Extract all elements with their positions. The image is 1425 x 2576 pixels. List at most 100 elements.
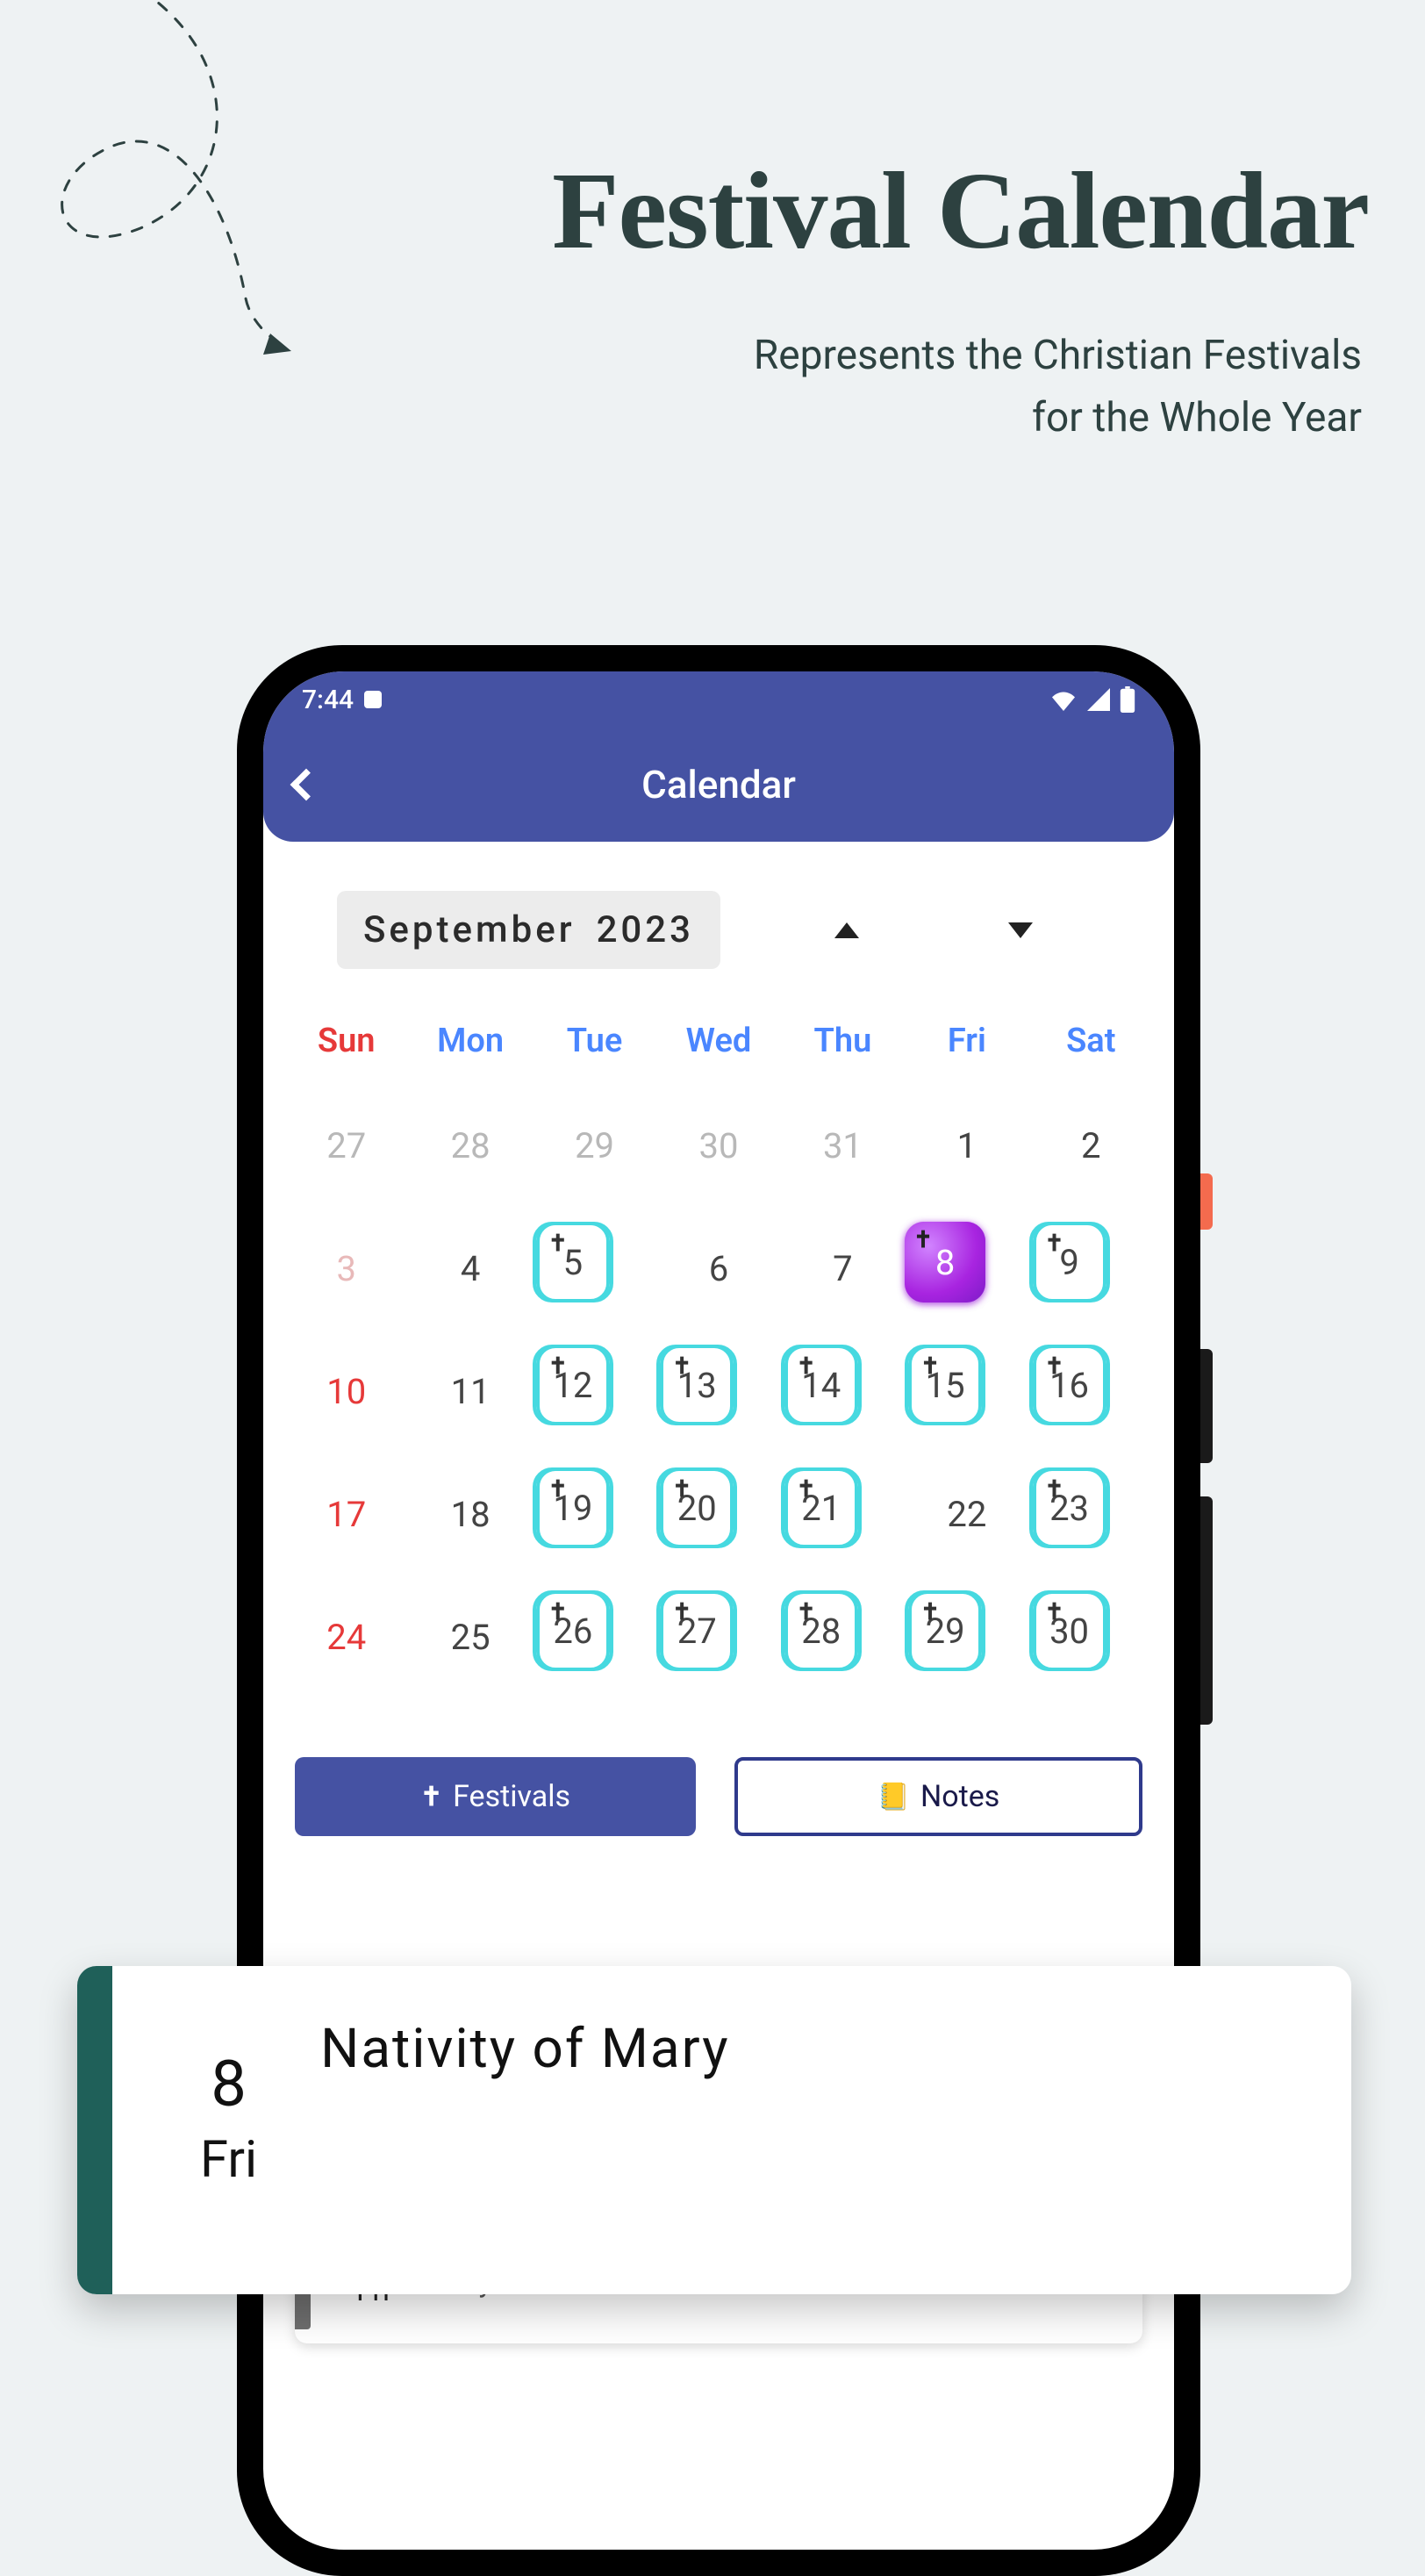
calendar-day[interactable]: ✝15 bbox=[905, 1345, 985, 1425]
calendar-day[interactable]: ✝12 bbox=[533, 1345, 613, 1425]
calendar-day[interactable]: 4 bbox=[408, 1222, 532, 1315]
festival-cross-icon: ✝ bbox=[548, 1231, 568, 1257]
calendar-day[interactable]: ✝30 bbox=[1029, 1590, 1110, 1671]
calendar-day[interactable]: ✝26 bbox=[533, 1590, 613, 1671]
day-number: 25 bbox=[451, 1617, 491, 1658]
calendar-day[interactable]: ✝8 bbox=[905, 1222, 985, 1302]
day-number: 10 bbox=[326, 1371, 366, 1412]
calendar-day[interactable]: ✝9 bbox=[1029, 1222, 1110, 1302]
day-number: 11 bbox=[451, 1371, 491, 1412]
festival-cross-icon: ✝ bbox=[797, 1476, 816, 1503]
festival-cross-icon: ✝ bbox=[797, 1353, 816, 1380]
day-number: 7 bbox=[833, 1248, 852, 1289]
festival-cross-icon: ✝ bbox=[1045, 1599, 1064, 1625]
status-app-icon bbox=[364, 691, 382, 708]
phone-volume-down bbox=[1200, 1496, 1213, 1725]
festival-cross-icon: ✝ bbox=[920, 1599, 940, 1625]
festival-cross-icon: ✝ bbox=[672, 1599, 691, 1625]
day-number: 29 bbox=[575, 1125, 614, 1166]
calendar-day[interactable]: ✝29 bbox=[905, 1590, 985, 1671]
calendar-day[interactable]: ✝23 bbox=[1029, 1467, 1110, 1548]
overlay-day-num: 8 bbox=[200, 2047, 257, 2121]
overlay-day-name: Fri bbox=[200, 2130, 257, 2190]
calendar-day[interactable]: ✝21 bbox=[781, 1467, 862, 1548]
overlay-accent bbox=[77, 1966, 112, 2294]
day-number: 8 bbox=[935, 1242, 955, 1283]
month-next-button[interactable] bbox=[1008, 922, 1033, 938]
calendar-day[interactable]: 24 bbox=[284, 1590, 408, 1683]
calendar-day[interactable]: ✝16 bbox=[1029, 1345, 1110, 1425]
festivals-tab[interactable]: ✝ Festivals bbox=[295, 1757, 696, 1836]
calendar-grid: 27282930311234✝567✝8✝91011✝12✝13✝14✝15✝1… bbox=[284, 1099, 1153, 1683]
month-prev-button[interactable] bbox=[834, 922, 859, 938]
calendar-day[interactable]: 2 bbox=[1029, 1099, 1153, 1192]
calendar-day[interactable]: ✝14 bbox=[781, 1345, 862, 1425]
overlay-festival-name: Nativity of Mary bbox=[320, 2017, 729, 2081]
day-number: 31 bbox=[823, 1125, 863, 1166]
dow-tue: Tue bbox=[533, 1022, 656, 1060]
header-title: Calendar bbox=[263, 762, 1174, 807]
calendar-day[interactable]: 30 bbox=[656, 1099, 780, 1192]
day-number: 27 bbox=[326, 1125, 366, 1166]
calendar-day[interactable]: 25 bbox=[408, 1590, 532, 1683]
calendar-day[interactable]: ✝28 bbox=[781, 1590, 862, 1671]
day-number: 4 bbox=[461, 1248, 480, 1289]
festival-cross-icon: ✝ bbox=[672, 1353, 691, 1380]
battery-icon bbox=[1120, 686, 1135, 713]
featured-festival-card[interactable]: 8 Fri Nativity of Mary bbox=[77, 1966, 1351, 2294]
status-bar: 7:44 bbox=[263, 671, 1174, 728]
phone-power-button bbox=[1200, 1173, 1213, 1230]
calendar-day[interactable]: 1 bbox=[905, 1099, 1028, 1192]
dow-fri: Fri bbox=[905, 1022, 1028, 1060]
festival-cross-icon: ✝ bbox=[1045, 1353, 1064, 1380]
notes-tab[interactable]: 📒 Notes bbox=[734, 1757, 1142, 1836]
hero-sub-line: for the Whole Year bbox=[754, 387, 1362, 449]
festival-cross-icon: ✝ bbox=[672, 1476, 691, 1503]
dow-sun: Sun bbox=[284, 1022, 408, 1060]
status-time-text: 7:44 bbox=[302, 685, 354, 715]
status-time: 7:44 bbox=[302, 685, 1049, 715]
day-number: 24 bbox=[326, 1617, 366, 1658]
calendar-day[interactable]: 7 bbox=[781, 1222, 905, 1315]
calendar-day[interactable]: 22 bbox=[905, 1467, 1028, 1561]
swirl-decoration bbox=[0, 0, 298, 369]
day-number: 18 bbox=[451, 1494, 491, 1535]
wifi-icon bbox=[1049, 688, 1078, 711]
calendar-day[interactable]: 10 bbox=[284, 1345, 408, 1438]
festival-cross-icon: ✝ bbox=[920, 1353, 940, 1380]
calendar-day[interactable]: ✝19 bbox=[533, 1467, 613, 1548]
day-number: 17 bbox=[326, 1494, 366, 1535]
phone-volume-up bbox=[1200, 1349, 1213, 1463]
day-number: 6 bbox=[709, 1248, 728, 1289]
calendar-day[interactable]: 28 bbox=[408, 1099, 532, 1192]
festivals-tab-label: Festivals bbox=[453, 1779, 570, 1814]
day-number: 3 bbox=[336, 1248, 355, 1289]
notes-tab-label: Notes bbox=[920, 1779, 999, 1814]
month-year-picker[interactable]: September 2023 bbox=[337, 891, 720, 969]
calendar-day[interactable]: 29 bbox=[533, 1099, 656, 1192]
app-header: Calendar bbox=[263, 728, 1174, 842]
festival-cross-icon: ✝ bbox=[1045, 1231, 1064, 1257]
day-number: 2 bbox=[1081, 1125, 1100, 1166]
calendar-day[interactable]: 17 bbox=[284, 1467, 408, 1561]
festival-cross-icon: ✝ bbox=[548, 1476, 568, 1503]
calendar-day[interactable]: ✝27 bbox=[656, 1590, 737, 1671]
day-number: 1 bbox=[957, 1125, 977, 1166]
calendar-day[interactable]: 3 bbox=[284, 1222, 408, 1315]
festival-cross-icon: ✝ bbox=[1045, 1476, 1064, 1503]
calendar-day[interactable]: ✝13 bbox=[656, 1345, 737, 1425]
festival-cross-icon: ✝ bbox=[548, 1353, 568, 1380]
hero-subtitle: Represents the Christian Festivals for t… bbox=[754, 325, 1362, 450]
day-number: 30 bbox=[699, 1125, 739, 1166]
hero-sub-line: Represents the Christian Festivals bbox=[754, 325, 1362, 387]
calendar-day[interactable]: ✝5 bbox=[533, 1222, 613, 1302]
dow-thu: Thu bbox=[781, 1022, 905, 1060]
calendar-day[interactable]: 6 bbox=[656, 1222, 780, 1315]
calendar-day[interactable]: 18 bbox=[408, 1467, 532, 1561]
calendar-day[interactable]: ✝20 bbox=[656, 1467, 737, 1548]
calendar-day[interactable]: 27 bbox=[284, 1099, 408, 1192]
month-label: September bbox=[363, 908, 576, 951]
day-number: 28 bbox=[451, 1125, 491, 1166]
calendar-day[interactable]: 11 bbox=[408, 1345, 532, 1438]
calendar-day[interactable]: 31 bbox=[781, 1099, 905, 1192]
